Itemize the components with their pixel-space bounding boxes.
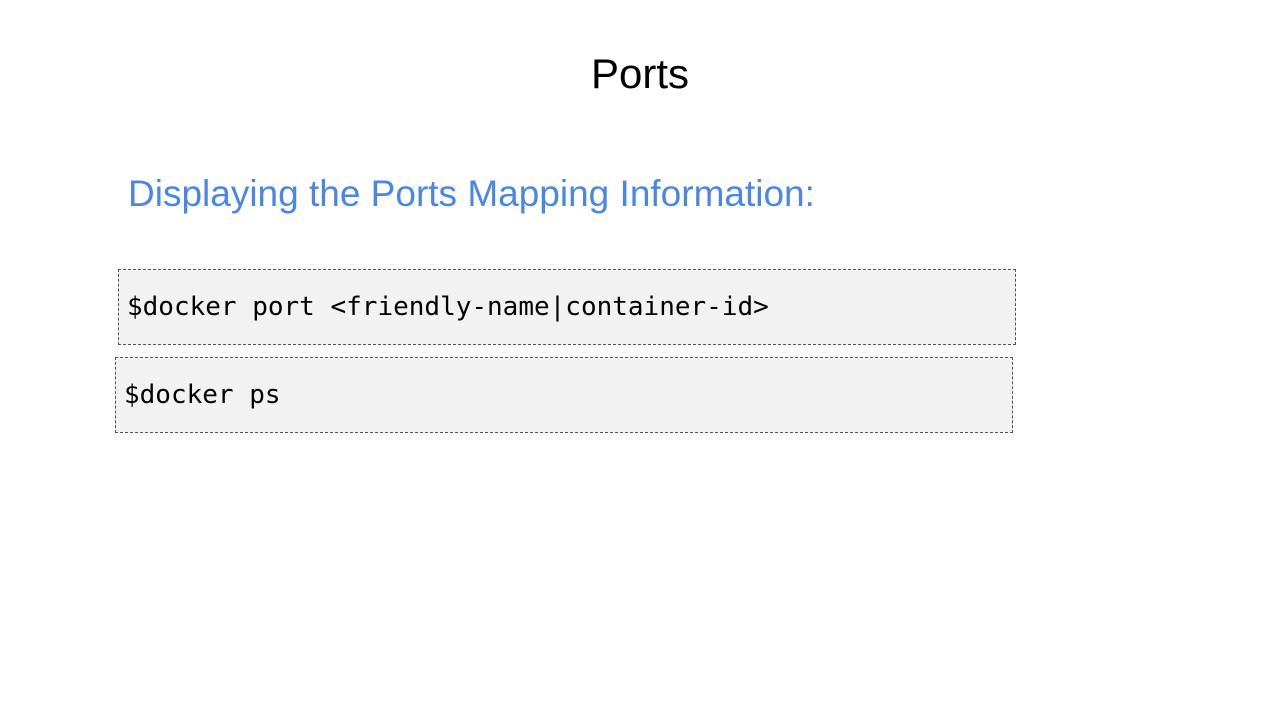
section-heading: Displaying the Ports Mapping Information…	[128, 173, 815, 214]
code-block-docker-port: $docker port <friendly-name|container-id…	[118, 269, 1016, 345]
slide: Ports Displaying the Ports Mapping Infor…	[0, 0, 1280, 720]
slide-title: Ports	[590, 50, 690, 97]
code-text-docker-port: $docker port <friendly-name|container-id…	[127, 292, 769, 322]
code-text-docker-ps: $docker ps	[124, 380, 281, 410]
code-block-docker-ps: $docker ps	[115, 357, 1013, 433]
